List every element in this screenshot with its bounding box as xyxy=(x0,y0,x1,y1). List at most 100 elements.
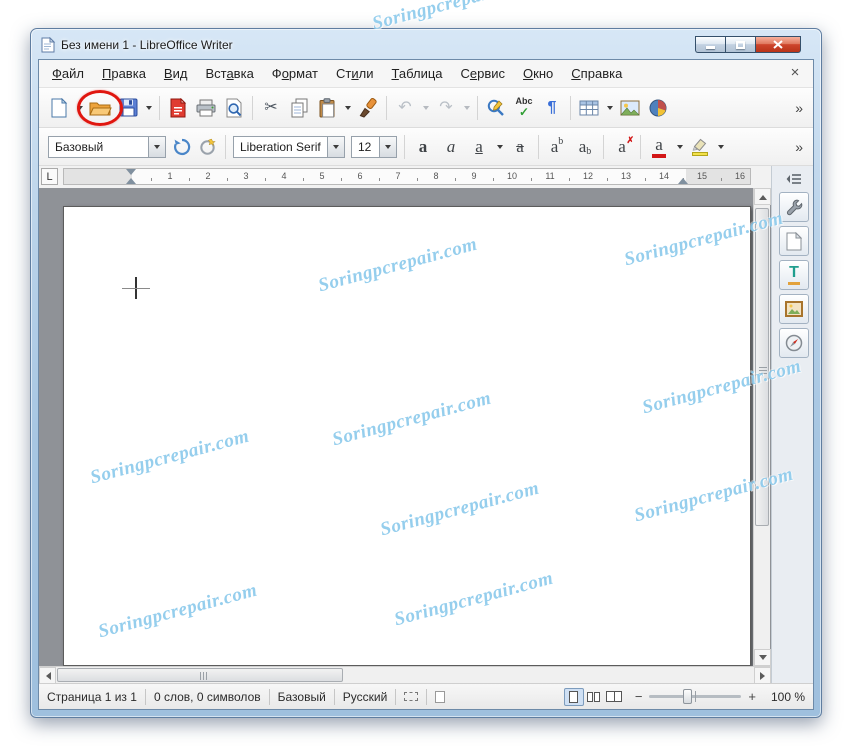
scroll-left-button[interactable] xyxy=(39,667,56,684)
menu-item-tools[interactable]: Сервис xyxy=(452,62,515,85)
menu-item-insert[interactable]: Вставка xyxy=(196,62,262,85)
view-book-button[interactable] xyxy=(604,688,624,706)
zoom-value[interactable]: 100 % xyxy=(761,690,805,704)
sidebar-settings-button[interactable] xyxy=(786,172,802,190)
strikethrough-button[interactable]: а xyxy=(506,133,534,161)
insert-chart-button[interactable] xyxy=(644,94,672,122)
open-button[interactable] xyxy=(86,94,114,122)
toolbar-separator xyxy=(159,95,160,120)
horizontal-scrollbar[interactable] xyxy=(39,666,771,684)
view-single-page-button[interactable] xyxy=(563,687,584,706)
underline-dropdown[interactable] xyxy=(493,133,506,161)
insert-image-button[interactable] xyxy=(616,94,644,122)
dropdown-arrow-icon xyxy=(333,145,339,152)
highlight-color-dropdown[interactable] xyxy=(714,133,727,161)
sidebar-styles-button[interactable]: T xyxy=(779,260,809,290)
print-preview-button[interactable] xyxy=(220,94,248,122)
close-button[interactable] xyxy=(755,36,801,53)
font-size-dropdown[interactable] xyxy=(379,136,396,157)
menu-item-help[interactable]: Справка xyxy=(562,62,631,85)
sidebar-page-button[interactable] xyxy=(779,226,809,256)
insert-table-button[interactable] xyxy=(575,94,603,122)
zoom-in-button[interactable]: + xyxy=(743,689,761,704)
paste-dropdown[interactable] xyxy=(341,94,354,122)
sidebar-properties-button[interactable] xyxy=(779,192,809,222)
underline-button[interactable]: а xyxy=(465,133,493,161)
redo-dropdown[interactable] xyxy=(460,94,473,122)
status-page-count[interactable]: Страница 1 из 1 xyxy=(47,690,137,704)
insert-table-dropdown[interactable] xyxy=(603,94,616,122)
menu-item-window[interactable]: Окно xyxy=(514,62,562,85)
menu-item-styles[interactable]: Стили xyxy=(327,62,382,85)
status-language[interactable]: Русский xyxy=(343,690,388,704)
standard-toolbar-overflow-button[interactable]: » xyxy=(791,100,807,116)
zoom-slider-thumb[interactable] xyxy=(683,689,693,704)
formatting-toolbar-overflow-button[interactable]: » xyxy=(791,139,807,155)
tab-stop-selector[interactable]: L xyxy=(41,168,58,185)
font-size-combobox[interactable]: 12 xyxy=(351,135,397,158)
clear-formatting-button[interactable]: а ✗ xyxy=(608,133,636,161)
horizontal-scrollbar-thumb[interactable] xyxy=(57,668,343,682)
vertical-scrollbar[interactable] xyxy=(753,188,771,666)
save-dropdown[interactable] xyxy=(142,94,155,122)
scroll-down-button[interactable] xyxy=(754,649,771,666)
status-page-style[interactable]: Базовый xyxy=(278,690,326,704)
subscript-button[interactable]: аb xyxy=(571,133,599,161)
font-color-dropdown[interactable] xyxy=(673,133,686,161)
right-indent-marker[interactable] xyxy=(678,173,688,184)
scroll-up-button[interactable] xyxy=(754,188,771,205)
find-replace-button[interactable] xyxy=(482,94,510,122)
menu-item-view[interactable]: Вид xyxy=(155,62,197,85)
clone-formatting-button[interactable] xyxy=(354,94,382,122)
view-multi-page-button[interactable] xyxy=(584,688,604,706)
window-controls xyxy=(695,36,801,53)
menu-item-file[interactable]: Файл xyxy=(43,62,93,85)
highlight-color-button[interactable] xyxy=(686,133,714,161)
font-name-combobox[interactable]: Liberation Serif xyxy=(233,135,345,158)
cut-button[interactable]: ✂ xyxy=(257,94,285,122)
close-document-button[interactable]: × xyxy=(785,64,805,81)
font-name-dropdown[interactable] xyxy=(327,136,344,157)
font-color-icon: а xyxy=(652,136,666,158)
document-page[interactable] xyxy=(63,206,751,666)
bold-button[interactable]: а xyxy=(409,133,437,161)
zoom-slider[interactable] xyxy=(649,689,742,704)
copy-button[interactable] xyxy=(285,94,313,122)
horizontal-ruler[interactable]: 1 2 3 4 5 6 7 8 9 10 11 12 13 14 15 16 xyxy=(63,168,751,185)
export-pdf-button[interactable] xyxy=(164,94,192,122)
redo-button[interactable]: ↷ xyxy=(432,94,460,122)
scroll-right-button[interactable] xyxy=(754,667,771,684)
menu-item-edit[interactable]: Правка xyxy=(93,62,155,85)
font-color-button[interactable]: а xyxy=(645,133,673,161)
new-style-button[interactable] xyxy=(195,133,221,161)
document-modified-icon[interactable] xyxy=(435,690,446,703)
paragraph-style-dropdown[interactable] xyxy=(148,136,165,157)
titlebar[interactable]: Без имени 1 - LibreOffice Writer xyxy=(31,29,821,59)
undo-dropdown[interactable] xyxy=(419,94,432,122)
paste-button[interactable] xyxy=(313,94,341,122)
document-area[interactable] xyxy=(39,188,771,666)
vertical-scrollbar-thumb[interactable] xyxy=(755,208,769,526)
formatting-marks-button[interactable]: ¶ xyxy=(538,94,566,122)
sidebar-navigator-button[interactable] xyxy=(779,328,809,358)
undo-button[interactable]: ↶ xyxy=(391,94,419,122)
new-document-button[interactable] xyxy=(45,94,73,122)
menu-item-table[interactable]: Таблица xyxy=(383,62,452,85)
save-button[interactable] xyxy=(114,94,142,122)
status-word-count[interactable]: 0 слов, 0 символов xyxy=(154,690,261,704)
superscript-button[interactable]: аb xyxy=(543,133,571,161)
selection-mode-icon[interactable] xyxy=(404,692,419,701)
print-button[interactable] xyxy=(192,94,220,122)
italic-button[interactable]: а xyxy=(437,133,465,161)
new-document-dropdown[interactable] xyxy=(73,94,86,122)
maximize-button[interactable] xyxy=(725,36,755,53)
minimize-button[interactable] xyxy=(695,36,725,53)
zoom-out-button[interactable]: − xyxy=(630,689,648,704)
spelling-button[interactable]: Abc ✓ xyxy=(510,94,538,122)
menu-item-format[interactable]: Формат xyxy=(263,62,327,85)
update-style-button[interactable] xyxy=(169,133,195,161)
paragraph-style-combobox[interactable]: Базовый xyxy=(48,135,166,158)
left-indent-marker[interactable] xyxy=(126,173,136,184)
sidebar-gallery-button[interactable] xyxy=(779,294,809,324)
ruler-tick xyxy=(645,178,646,181)
